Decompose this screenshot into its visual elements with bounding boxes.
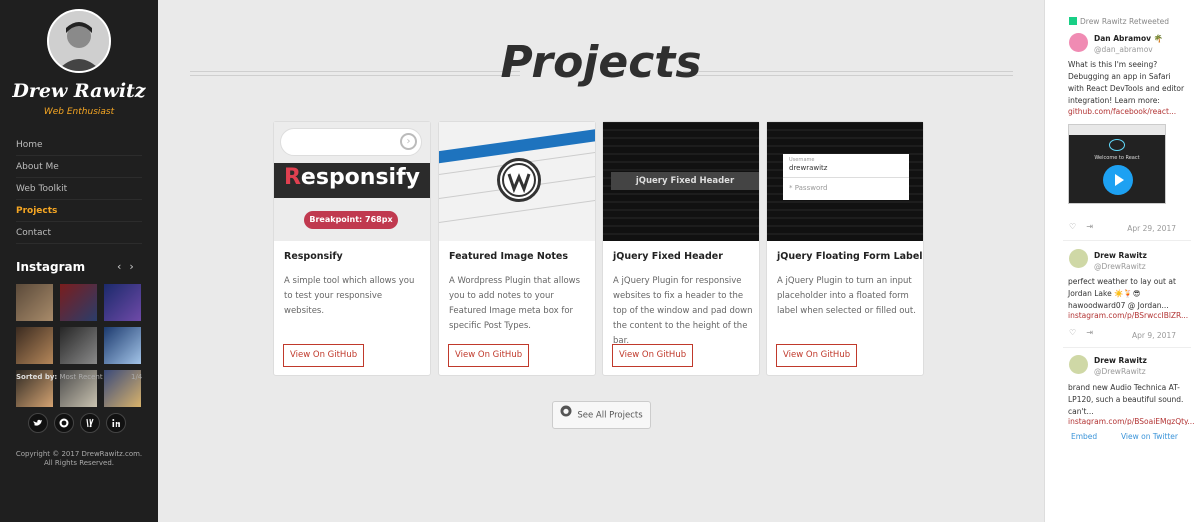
retweet-label: Drew Rawitz Retweeted	[1080, 17, 1170, 26]
instagram-photo[interactable]	[104, 284, 141, 321]
tweet-text: perfect weather to lay out at Jordan Lak…	[1068, 277, 1176, 310]
project-description: A jQuery Plugin for responsive websites …	[613, 276, 753, 346]
linkedin-icon[interactable]	[106, 413, 126, 433]
tweet-author-name[interactable]: Drew Rawitz	[1094, 356, 1147, 365]
heart-icon[interactable]: ♡	[1069, 328, 1076, 337]
project-title: Responsify	[284, 251, 343, 262]
tweet-actions: ♡ ⇥	[1069, 222, 1093, 231]
tweet-author-name[interactable]: Drew Rawitz	[1094, 251, 1147, 260]
tweet-link[interactable]: instagram.com/p/BSrwccIBlZR...	[1068, 311, 1188, 320]
floating-label: Username	[789, 157, 815, 163]
tweet-author-handle[interactable]: @DrewRawitz	[1094, 262, 1146, 271]
project-card: › Responsify Breakpoint: 768px Responsif…	[273, 121, 431, 376]
project-card: Username drewrawitz * Password jQuery Fl…	[766, 121, 924, 376]
play-icon[interactable]	[1103, 165, 1133, 195]
site-tagline: Web Enthusiast	[43, 107, 115, 117]
project-thumbnail[interactable]: Username drewrawitz * Password	[767, 122, 923, 241]
view-on-github-button[interactable]: View On GitHub	[448, 344, 530, 367]
main-nav: Home About Me Web Toolkit Projects Conta…	[16, 134, 142, 244]
nav-item-web-toolkit[interactable]: Web Toolkit	[16, 178, 142, 200]
github-icon	[560, 402, 572, 428]
responsify-logo: Responsify	[283, 165, 421, 190]
project-thumbnail[interactable]: jQuery Fixed Header	[603, 122, 759, 241]
page-title: Projects	[500, 37, 702, 88]
password-placeholder: * Password	[789, 184, 828, 192]
nav-item-contact[interactable]: Contact	[16, 222, 142, 244]
github-icon[interactable]	[54, 413, 74, 433]
fixed-header-label: jQuery Fixed Header	[635, 176, 735, 186]
tweet-avatar[interactable]	[1069, 355, 1088, 374]
tweet-divider	[1063, 347, 1191, 348]
social-links	[28, 413, 126, 433]
tweet-avatar[interactable]	[1069, 33, 1088, 52]
site-name[interactable]: Drew Rawitz	[0, 80, 158, 102]
copyright: Copyright © 2017 DrewRawitz.com. All Rig…	[15, 450, 143, 467]
heart-icon[interactable]: ♡	[1069, 222, 1076, 231]
tweet-date[interactable]: Apr 29, 2017	[1127, 224, 1176, 233]
project-title: jQuery Floating Form Label	[777, 251, 923, 262]
project-description: A jQuery Plugin to turn an input placeho…	[777, 276, 916, 316]
instagram-grid	[16, 284, 142, 407]
chevron-right-icon[interactable]: ›	[129, 260, 133, 273]
instagram-photo[interactable]	[60, 327, 97, 364]
main-content: Projects › Responsify Breakpoint: 768px …	[158, 0, 1044, 522]
instagram-sort: Sorted by: Most Recent	[16, 373, 103, 381]
project-thumbnail[interactable]	[439, 122, 595, 241]
instagram-page-count: 1/4	[131, 373, 143, 381]
twitter-icon[interactable]	[28, 413, 48, 433]
breakpoint-badge: Breakpoint: 768px	[304, 211, 398, 229]
share-icon[interactable]: ⇥	[1086, 222, 1093, 231]
tweet-text: What is this I'm seeing? Debugging an ap…	[1068, 60, 1185, 105]
project-card: jQuery Fixed Header jQuery Fixed Header …	[602, 121, 760, 376]
project-description: A simple tool which allows you to test y…	[284, 276, 415, 316]
arrow-right-icon: ›	[400, 133, 417, 150]
tweet-media[interactable]: Welcome to React	[1068, 124, 1166, 204]
instagram-photo[interactable]	[16, 327, 53, 364]
wordpress-logo-icon	[497, 158, 541, 202]
react-logo-icon	[1109, 139, 1125, 151]
view-on-github-button[interactable]: View On GitHub	[612, 344, 694, 367]
view-on-github-button[interactable]: View On GitHub	[776, 344, 858, 367]
project-title: jQuery Fixed Header	[613, 251, 723, 262]
view-on-twitter-link[interactable]: View on Twitter	[1121, 432, 1178, 441]
tweet-divider	[1063, 240, 1191, 241]
see-all-projects-button[interactable]: See All Projects	[552, 401, 651, 429]
project-title: Featured Image Notes	[449, 251, 569, 262]
view-on-github-button[interactable]: View On GitHub	[283, 344, 365, 367]
instagram-title: Instagram	[16, 260, 86, 274]
sidebar: Drew Rawitz Web Enthusiast Home About Me…	[0, 0, 158, 522]
embed-link[interactable]: Embed	[1071, 432, 1097, 441]
twitter-timeline: Drew Rawitz Retweeted Dan Abramov 🌴 @dan…	[1044, 0, 1200, 522]
retweet-icon	[1069, 17, 1077, 25]
project-card: Featured Image Notes A Wordpress Plugin …	[438, 121, 596, 376]
share-icon[interactable]: ⇥	[1086, 328, 1093, 337]
tweet-author-handle[interactable]: @dan_abramov	[1094, 45, 1153, 54]
username-value: drewrawitz	[789, 164, 828, 172]
instagram-pager: ‹ ›	[117, 260, 142, 273]
tweet-link[interactable]: github.com/facebook/react...	[1068, 107, 1176, 116]
tweet-text: brand new Audio Technica AT-LP120, such …	[1068, 383, 1184, 416]
profile-avatar	[47, 9, 111, 73]
wordpress-icon[interactable]	[80, 413, 100, 433]
instagram-photo[interactable]	[60, 284, 97, 321]
chevron-left-icon[interactable]: ‹	[117, 260, 121, 273]
instagram-photo[interactable]	[16, 284, 53, 321]
tweet-avatar[interactable]	[1069, 249, 1088, 268]
media-caption: Welcome to React	[1094, 155, 1140, 161]
nav-item-projects[interactable]: Projects	[16, 200, 142, 222]
project-description: A Wordpress Plugin that allows you to ad…	[449, 276, 581, 331]
project-thumbnail[interactable]: › Responsify Breakpoint: 768px	[274, 122, 430, 241]
tweet-date[interactable]: Apr 9, 2017	[1132, 331, 1176, 340]
nav-item-home[interactable]: Home	[16, 134, 142, 156]
tweet-author-handle[interactable]: @DrewRawitz	[1094, 367, 1146, 376]
tweet-author-name[interactable]: Dan Abramov 🌴	[1094, 34, 1163, 43]
instagram-photo[interactable]	[104, 327, 141, 364]
nav-item-about[interactable]: About Me	[16, 156, 142, 178]
tweet-actions: ♡ ⇥	[1069, 328, 1093, 337]
tweet-link[interactable]: instagram.com/p/BSoaiEMgzQty...	[1068, 417, 1195, 425]
